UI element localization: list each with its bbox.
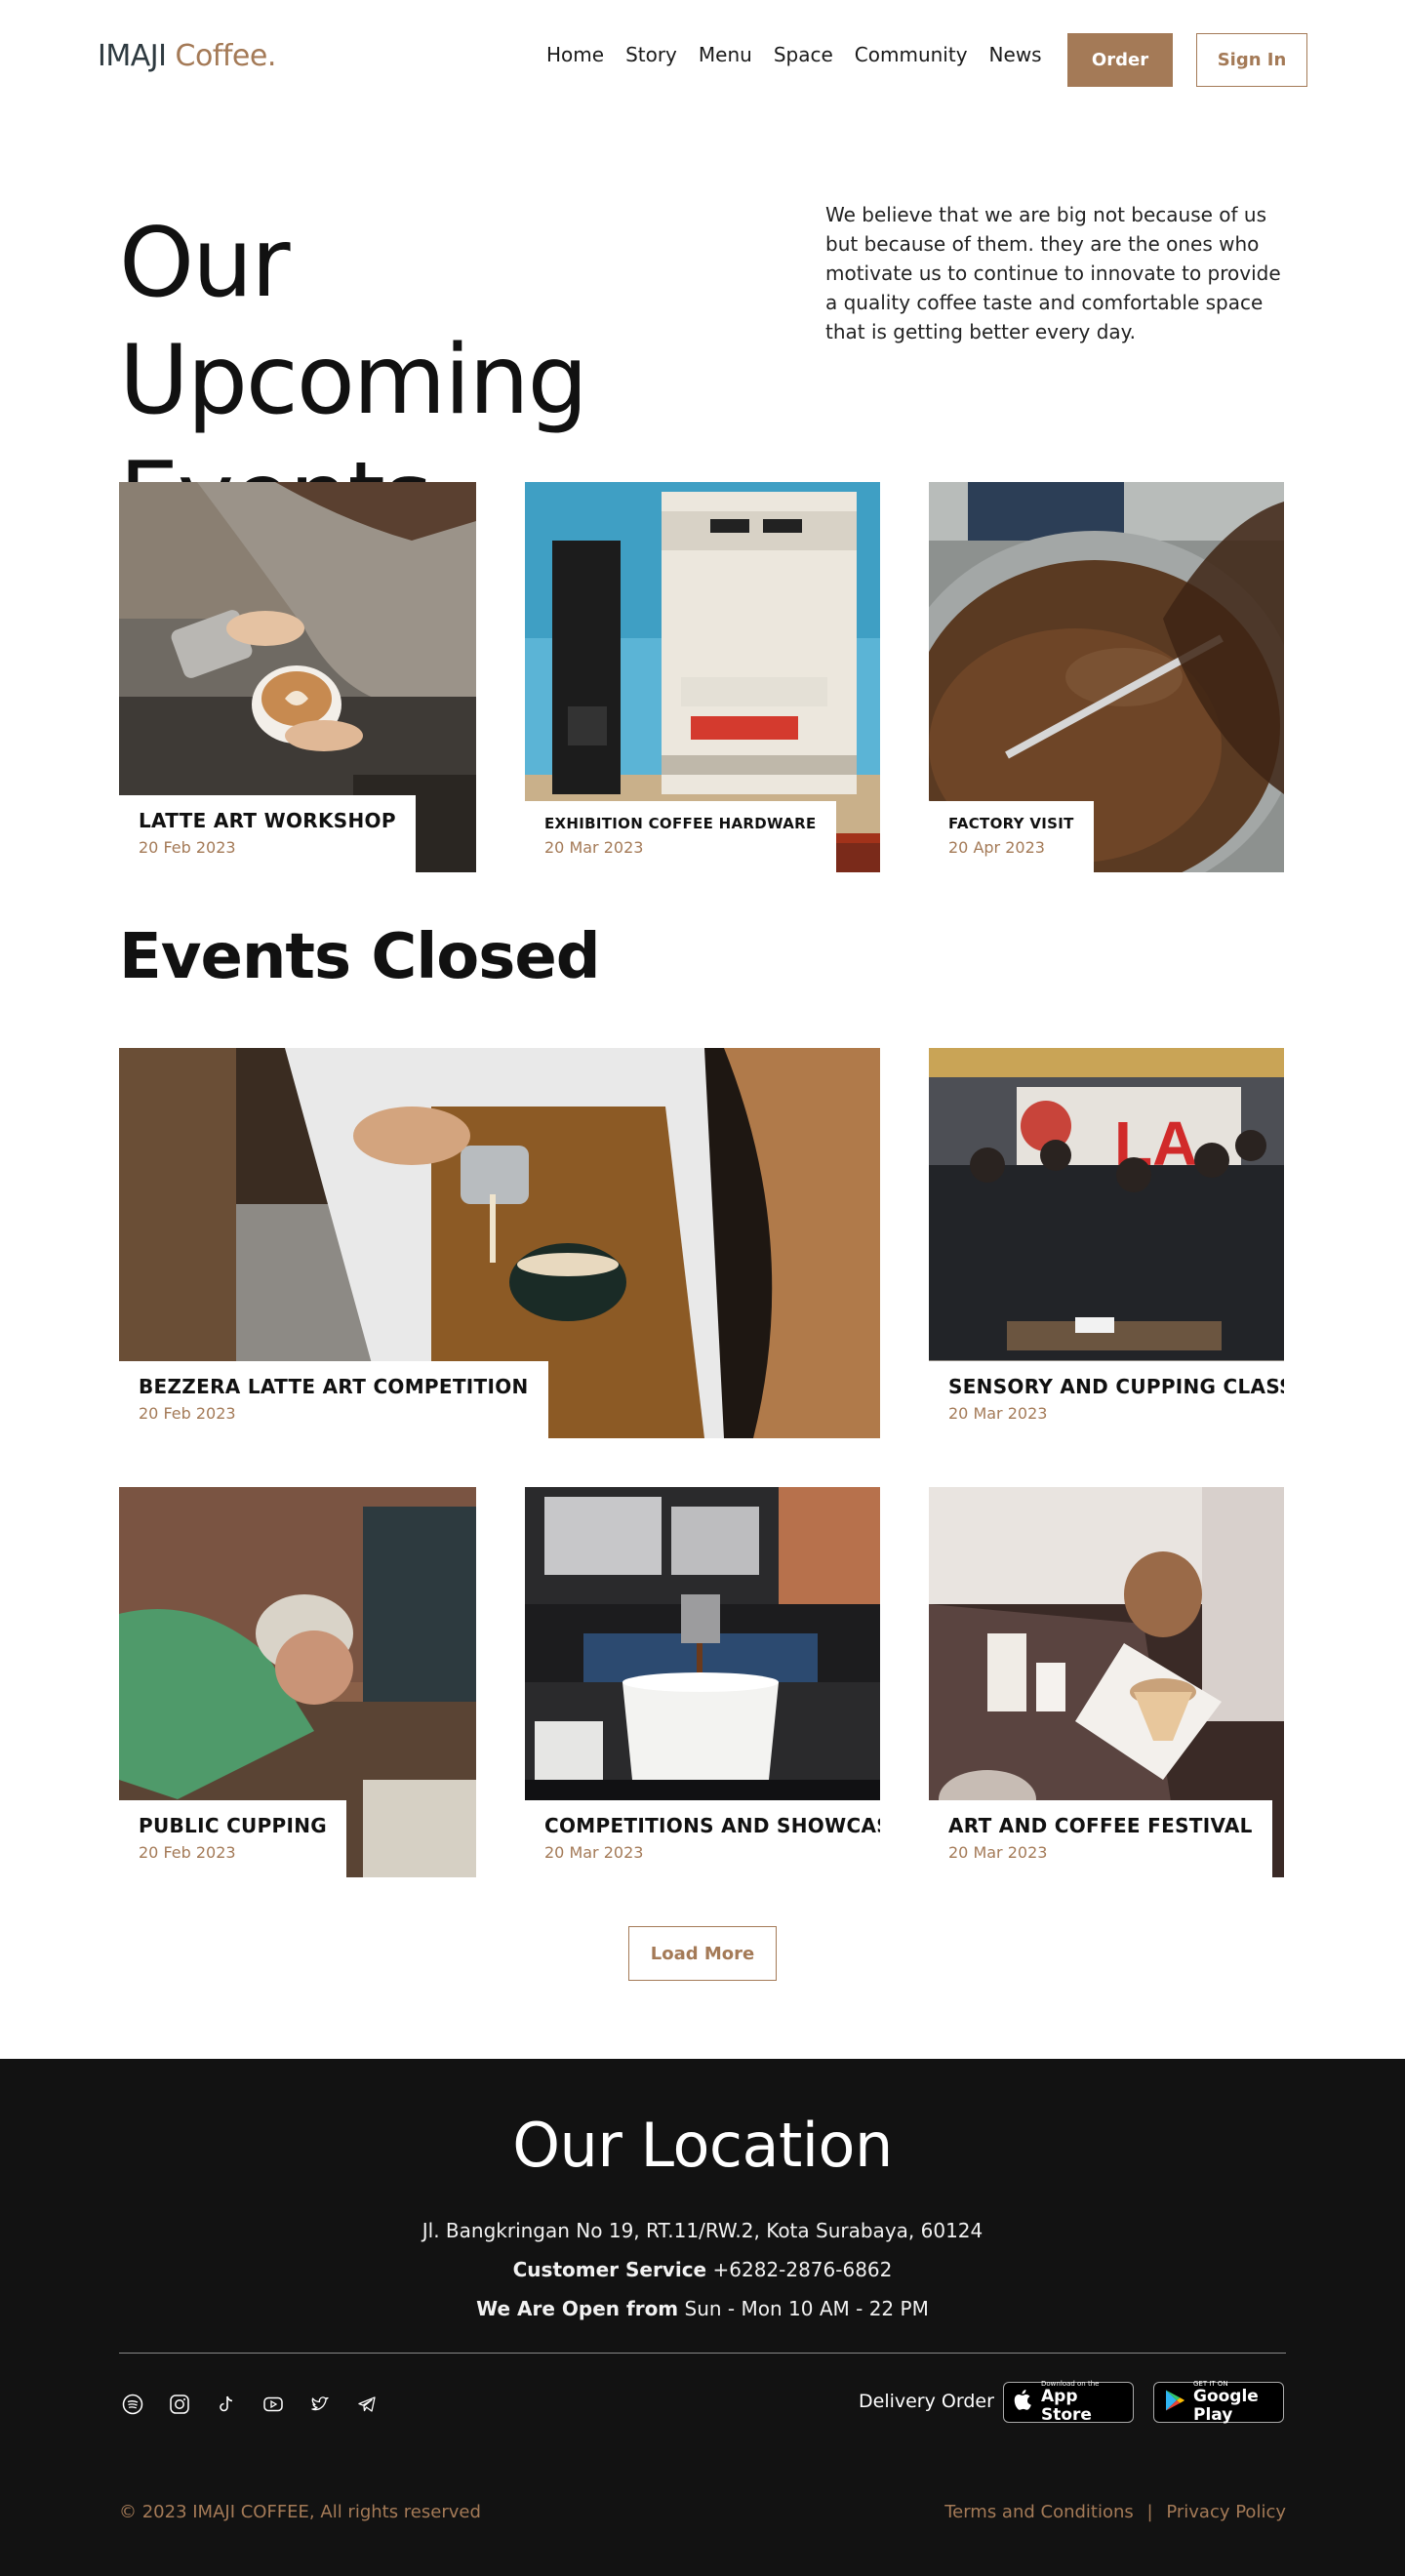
youtube-icon[interactable] <box>260 2391 287 2418</box>
main-nav: Home Story Menu Space Community News <box>546 43 1064 66</box>
event-card-upcoming[interactable]: LATTE ART WORKSHOP 20 Feb 2023 <box>119 482 476 872</box>
app-store-button[interactable]: Download on the App Store <box>1003 2380 1134 2425</box>
event-title: PUBLIC CUPPING <box>139 1814 327 1837</box>
event-title: EXHIBITION COFFEE HARDWARE <box>544 815 817 832</box>
event-title: COMPETITIONS AND SHOWCASES <box>544 1814 880 1837</box>
location-title: Our Location <box>512 2110 893 2181</box>
nav-story[interactable]: Story <box>625 43 677 66</box>
event-label: ART AND COFFEE FESTIVAL 20 Mar 2023 <box>929 1800 1272 1877</box>
event-date: 20 Mar 2023 <box>544 1843 644 1862</box>
event-title: BEZZERA LATTE ART COMPETITION <box>139 1375 529 1398</box>
event-date: 20 Apr 2023 <box>948 838 1045 857</box>
logo-main-text: IMAJI <box>98 39 167 73</box>
page-title-line-1: Our Upcoming <box>119 208 588 436</box>
customer-service-phone[interactable]: +6282-2876-6862 <box>712 2258 892 2281</box>
telegram-icon[interactable] <box>353 2391 381 2418</box>
event-label: LATTE ART WORKSHOP 20 Feb 2023 <box>119 795 416 872</box>
event-date: 20 Feb 2023 <box>139 1843 236 1862</box>
tiktok-icon[interactable] <box>213 2391 240 2418</box>
footer-divider <box>119 2353 1286 2354</box>
event-label: EXHIBITION COFFEE HARDWARE 20 Mar 2023 <box>525 801 836 872</box>
event-title: LATTE ART WORKSHOP <box>139 809 396 832</box>
twitter-icon[interactable] <box>306 2391 334 2418</box>
spotify-icon[interactable] <box>119 2391 146 2418</box>
hero-description: We believe that we are big not because o… <box>825 203 1281 343</box>
legal-separator: | <box>1146 2502 1153 2522</box>
nav-space[interactable]: Space <box>774 43 833 66</box>
instagram-icon[interactable] <box>166 2391 193 2418</box>
event-date: 20 Feb 2023 <box>139 838 236 857</box>
google-play-icon <box>1164 2389 1185 2416</box>
event-card-closed[interactable]: LA SENSORY AND CUPPING CLASS 20 Mar 2023 <box>929 1048 1284 1438</box>
address: Jl. Bangkringan No 19, RT.11/RW.2, Kota … <box>422 2219 984 2242</box>
sign-in-button[interactable]: Sign In <box>1196 33 1307 87</box>
event-card-upcoming[interactable]: FACTORY VISIT 20 Apr 2023 <box>929 482 1284 872</box>
nav-home[interactable]: Home <box>546 43 604 66</box>
event-title: ART AND COFFEE FESTIVAL <box>948 1814 1253 1837</box>
logo[interactable]: IMAJI Coffee. <box>98 39 276 73</box>
terms-link[interactable]: Terms and Conditions <box>944 2502 1134 2522</box>
event-label: COMPETITIONS AND SHOWCASES 20 Mar 2023 <box>525 1800 880 1877</box>
nav-news[interactable]: News <box>989 43 1042 66</box>
event-card-upcoming[interactable]: EXHIBITION COFFEE HARDWARE 20 Mar 2023 <box>525 482 880 872</box>
opening-hours-label: We Are Open from <box>476 2297 679 2320</box>
event-title: SENSORY AND CUPPING CLASS <box>948 1375 1284 1398</box>
event-label: FACTORY VISIT 20 Apr 2023 <box>929 801 1094 872</box>
order-button[interactable]: Order <box>1067 33 1173 87</box>
event-card-closed[interactable]: PUBLIC CUPPING 20 Feb 2023 <box>119 1487 476 1877</box>
copyright-text: © 2023 IMAJI COFFEE, All rights reserved <box>119 2502 481 2522</box>
apple-icon <box>1014 2389 1033 2416</box>
event-date: 20 Mar 2023 <box>948 1404 1048 1423</box>
social-links <box>119 2391 381 2418</box>
event-date: 20 Mar 2023 <box>544 838 644 857</box>
event-card-closed[interactable]: ART AND COFFEE FESTIVAL 20 Mar 2023 <box>929 1487 1284 1877</box>
event-card-closed[interactable]: BEZZERA LATTE ART COMPETITION 20 Feb 202… <box>119 1048 880 1438</box>
site-footer: Our Location Jl. Bangkringan No 19, RT.1… <box>0 2059 1405 2576</box>
event-label: SENSORY AND CUPPING CLASS 20 Mar 2023 <box>929 1361 1284 1438</box>
event-date: 20 Mar 2023 <box>948 1843 1048 1862</box>
delivery-order-label: Delivery Order <box>859 2391 994 2412</box>
nav-menu[interactable]: Menu <box>699 43 752 66</box>
google-play-big-text: Google Play <box>1193 2387 1259 2425</box>
event-title: FACTORY VISIT <box>948 815 1074 832</box>
nav-community[interactable]: Community <box>855 43 968 66</box>
privacy-link[interactable]: Privacy Policy <box>1166 2502 1286 2522</box>
load-more-button[interactable]: Load More <box>628 1926 777 1981</box>
event-label: BEZZERA LATTE ART COMPETITION 20 Feb 202… <box>119 1361 548 1438</box>
app-store-big-text: App Store <box>1041 2387 1092 2425</box>
customer-service: Customer Service +6282-2876-6862 <box>0 2258 1405 2281</box>
event-card-closed[interactable]: COMPETITIONS AND SHOWCASES 20 Mar 2023 <box>525 1487 880 1877</box>
legal-links: Terms and Conditions | Privacy Policy <box>944 2502 1286 2522</box>
customer-service-label: Customer Service <box>512 2258 707 2281</box>
event-label: PUBLIC CUPPING 20 Feb 2023 <box>119 1800 346 1877</box>
logo-accent-text: Coffee. <box>175 39 277 73</box>
google-play-button[interactable]: GET IT ON Google Play <box>1153 2380 1284 2425</box>
opening-hours: We Are Open from Sun - Mon 10 AM - 22 PM <box>0 2297 1405 2320</box>
events-closed-title: Events Closed <box>119 921 601 993</box>
site-header: IMAJI Coffee. Home Story Menu Space Comm… <box>0 0 1405 117</box>
opening-hours-value: Sun - Mon 10 AM - 22 PM <box>684 2297 929 2320</box>
event-date: 20 Feb 2023 <box>139 1404 236 1423</box>
